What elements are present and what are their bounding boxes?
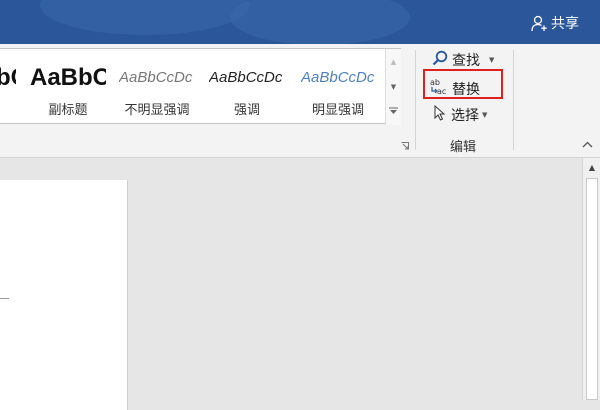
title-bar-texture — [40, 0, 250, 35]
style-name: 明显强调 — [311, 103, 364, 118]
cursor-arrow-icon — [434, 104, 446, 125]
replace-highlight-box — [423, 69, 503, 99]
gallery-more-icon[interactable] — [386, 99, 401, 124]
style-item-emphasis[interactable]: AaBbCcDc 强调 — [209, 49, 285, 125]
style-item-partial[interactable]: bC — [0, 49, 16, 125]
styles-gallery: bC AaBbC 副标题 AaBbCcDc 不明显强调 AaBbCcDc 强调 … — [0, 48, 401, 125]
gallery-scroll-down-icon[interactable]: ▼ — [386, 74, 401, 99]
scroll-up-icon[interactable]: ▲ — [583, 158, 600, 176]
style-name: 不明显强调 — [124, 103, 190, 118]
find-label: 查找 — [452, 53, 480, 69]
search-icon — [432, 50, 448, 70]
document-page[interactable] — [0, 180, 128, 410]
select-label: 选择 — [451, 108, 479, 124]
chevron-down-icon: ▼ — [482, 111, 488, 119]
style-item-subtitle[interactable]: AaBbC 副标题 — [30, 49, 106, 125]
style-name: 副标题 — [48, 103, 88, 118]
share-label: 共享 — [551, 16, 579, 32]
group-separator — [513, 50, 514, 150]
find-button[interactable]: 查找 ▼ — [432, 50, 494, 70]
margin-marker — [0, 298, 9, 299]
title-bar-texture — [230, 0, 410, 44]
style-name: 强调 — [233, 103, 260, 118]
style-item-subtle-emphasis[interactable]: AaBbCcDc 不明显强调 — [119, 49, 195, 125]
style-item-intense-emphasis[interactable]: AaBbCcDc 明显强调 — [301, 49, 375, 125]
style-preview: AaBbC — [30, 64, 106, 91]
gallery-scroll-up-icon[interactable]: ▲ — [386, 49, 401, 74]
collapse-ribbon-icon[interactable] — [582, 138, 593, 151]
share-button[interactable]: 共享 — [531, 13, 579, 33]
select-button[interactable]: 选择 ▼ — [434, 104, 488, 125]
styles-dialog-launcher-icon[interactable] — [401, 142, 409, 153]
style-preview: AaBbCcDc — [301, 69, 375, 86]
chevron-down-icon: ▼ — [489, 56, 495, 64]
scroll-thumb[interactable] — [586, 178, 598, 400]
style-preview: bC — [0, 64, 16, 91]
editing-group-label: 编辑 — [450, 140, 477, 155]
style-preview: AaBbCcDc — [209, 69, 283, 86]
gallery-scroll: ▲ ▼ — [385, 49, 401, 125]
style-preview: AaBbCcDc — [119, 69, 193, 86]
share-person-icon — [531, 15, 548, 32]
ribbon-home: bC AaBbC 副标题 AaBbCcDc 不明显强调 AaBbCcDc 强调 … — [0, 44, 600, 158]
group-separator — [415, 50, 416, 150]
vertical-scrollbar[interactable]: ▲ — [582, 158, 600, 400]
title-bar: 共享 — [0, 0, 600, 44]
